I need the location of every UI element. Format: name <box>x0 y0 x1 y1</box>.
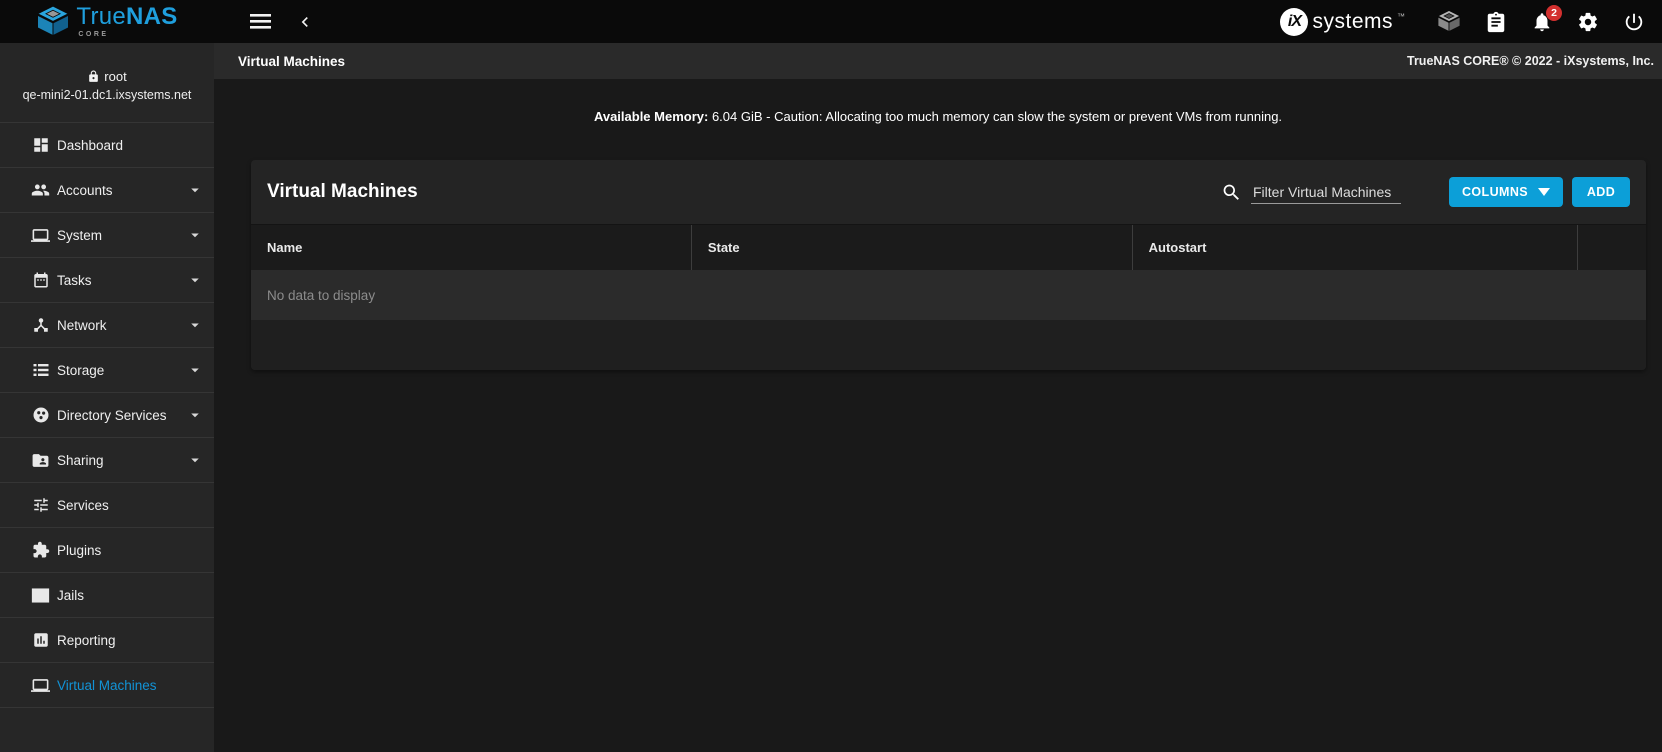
hamburger-icon <box>250 14 271 29</box>
hostname: qe-mini2-01.dc1.ixsystems.net <box>22 88 192 102</box>
reporting-chart-icon <box>31 631 50 650</box>
chevron-down-icon <box>186 361 204 379</box>
back-button[interactable] <box>295 12 315 32</box>
tasks-calendar-icon <box>31 271 50 290</box>
storage-disks-icon <box>31 361 50 380</box>
column-header-name[interactable]: Name <box>251 225 692 270</box>
sidebar-item-sharing[interactable]: Sharing <box>0 437 214 482</box>
sidebar-item-plugins[interactable]: Plugins <box>0 527 214 572</box>
system-laptop-icon <box>31 226 50 245</box>
sidebar-item-network[interactable]: Network <box>0 302 214 347</box>
chevron-down-icon <box>186 316 204 334</box>
truenas-cube-icon <box>36 6 70 37</box>
clipboard-icon <box>1485 11 1507 33</box>
page-header: Virtual Machines TrueNAS CORE® © 2022 - … <box>214 43 1662 79</box>
network-hub-icon <box>31 316 50 335</box>
services-tune-icon <box>31 496 50 515</box>
sidebar-item-jails[interactable]: Jails <box>0 572 214 617</box>
search-icon <box>1221 182 1242 203</box>
memory-notice-text: 6.04 GiB - Caution: Allocating too much … <box>708 109 1283 124</box>
table-header-row: Name State Autostart <box>251 224 1646 270</box>
sidebar-item-label: Storage <box>57 362 105 378</box>
power-icon <box>1623 11 1645 33</box>
sidebar-item-services[interactable]: Services <box>0 482 214 527</box>
vm-laptop-icon <box>31 676 50 695</box>
sidebar-item-label: Virtual Machines <box>57 677 157 693</box>
user-block: root qe-mini2-01.dc1.ixsystems.net <box>0 43 214 122</box>
memory-notice-label: Available Memory: <box>593 109 709 124</box>
sidebar-nav: Dashboard Accounts System Tasks Network Stora… <box>0 122 214 707</box>
column-header-autostart[interactable]: Autostart <box>1133 225 1578 270</box>
sidebar-item-virtual-machines[interactable]: Virtual Machines <box>0 662 214 707</box>
sidebar-item-accounts[interactable]: Accounts <box>0 167 214 212</box>
memory-notice: Available Memory: 6.04 GiB - Caution: Al… <box>214 109 1662 124</box>
directory-services-icon <box>31 406 50 425</box>
caret-down-icon <box>1538 188 1550 196</box>
sidebar-item-label: Dashboard <box>57 137 124 153</box>
add-button[interactable]: ADD <box>1572 177 1630 207</box>
jails-icon <box>31 586 50 605</box>
truecommand-cube-icon <box>1437 10 1461 33</box>
column-header-actions <box>1578 225 1646 270</box>
settings-button[interactable] <box>1577 11 1599 33</box>
tasks-manager-button[interactable] <box>1485 11 1507 33</box>
sidebar-item-tasks[interactable]: Tasks <box>0 257 214 302</box>
top-bar: TrueNAS CORE iX systems ™ 2 <box>0 0 1662 43</box>
sidebar-item-label: Reporting <box>57 632 116 648</box>
chevron-down-icon <box>186 226 204 244</box>
plugins-puzzle-icon <box>31 541 50 560</box>
notifications-button[interactable]: 2 <box>1531 4 1562 33</box>
column-header-state[interactable]: State <box>692 225 1133 270</box>
sidebar: root qe-mini2-01.dc1.ixsystems.net Dashb… <box>0 43 214 752</box>
menu-toggle-button[interactable] <box>250 14 271 29</box>
sidebar-item-label: Network <box>57 317 107 333</box>
gear-icon <box>1577 11 1599 33</box>
truecommand-button[interactable] <box>1437 10 1461 33</box>
sidebar-item-label: Accounts <box>57 182 113 198</box>
sidebar-item-label: Plugins <box>57 542 102 558</box>
columns-button[interactable]: COLUMNS <box>1449 177 1563 207</box>
chevron-down-icon <box>186 451 204 469</box>
chevron-left-icon <box>295 12 315 32</box>
brand-name: TrueNAS <box>76 3 178 30</box>
sidebar-item-reporting[interactable]: Reporting <box>0 617 214 662</box>
sidebar-item-dashboard[interactable]: Dashboard <box>0 122 214 167</box>
sidebar-item-label: Jails <box>57 587 85 603</box>
sidebar-item-label: Services <box>57 497 109 513</box>
ixsystems-mark-icon: iX <box>1280 7 1309 36</box>
notification-count-badge: 2 <box>1546 4 1562 21</box>
dashboard-icon <box>31 136 50 155</box>
sidebar-item-system[interactable]: System <box>0 212 214 257</box>
empty-table-row: No data to display <box>251 270 1646 320</box>
copyright-text: TrueNAS CORE® © 2022 - iXsystems, Inc. <box>1407 54 1654 68</box>
virtual-machines-card: Virtual Machines COLUMNS <box>251 160 1646 370</box>
filter-input[interactable] <box>1251 180 1401 204</box>
sidebar-item-label: Directory Services <box>57 407 167 423</box>
sidebar-item-label: System <box>57 227 103 243</box>
folder-shared-icon <box>31 451 50 470</box>
sidebar-item-label: Sharing <box>57 452 104 468</box>
sidebar-item-storage[interactable]: Storage <box>0 347 214 392</box>
sidebar-item-label: Tasks <box>57 272 92 288</box>
chevron-down-icon <box>186 406 204 424</box>
chevron-down-icon <box>186 181 204 199</box>
card-footer-area <box>251 320 1646 370</box>
no-data-message: No data to display <box>267 287 376 303</box>
sidebar-item-directory-services[interactable]: Directory Services <box>0 392 214 437</box>
ixsystems-logo: iX systems ™ <box>1280 7 1405 36</box>
accounts-people-icon <box>31 181 50 200</box>
card-title: Virtual Machines <box>267 181 418 202</box>
power-button[interactable] <box>1623 11 1645 33</box>
chevron-down-icon <box>186 271 204 289</box>
breadcrumb: Virtual Machines <box>238 53 346 69</box>
username: root <box>104 69 127 84</box>
truenas-logo: TrueNAS CORE <box>0 0 214 43</box>
sidebar-empty-area <box>0 707 214 752</box>
lock-icon <box>87 70 100 83</box>
brand-edition: CORE <box>78 31 109 38</box>
